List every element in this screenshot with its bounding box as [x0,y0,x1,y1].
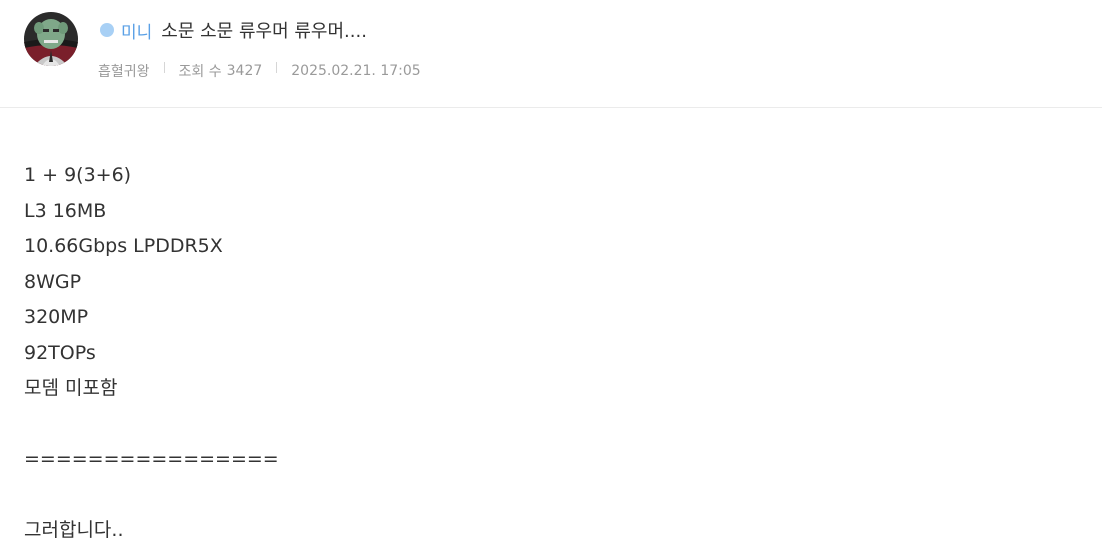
body-line: 320MP [24,306,89,328]
body-line: L3 16MB [24,199,107,222]
body-line: 모뎀 미포함 [24,377,118,399]
body-line: 그러합니다.. [24,519,124,541]
body-line: 1 + 9(3+6) [24,164,132,186]
author-avatar[interactable] [24,12,78,66]
category-link[interactable]: 미니 [121,18,152,43]
views-label: 조회 수 [178,64,222,80]
category-dot-icon [100,23,114,37]
meta-divider [276,61,278,73]
views-count: 3427 [226,63,263,79]
author-name[interactable]: 흡혈귀왕 [98,61,150,81]
title-row: 미니 소문 소문 류우머 류우머.... [100,16,367,44]
body-line: 8WGP [24,270,82,293]
meta-divider [163,61,165,73]
post-datetime: 2025.02.21. 17:05 [291,63,421,79]
body-line: 92TOPs [24,341,96,364]
post-body: 1 + 9(3+6) L3 16MB 10.66Gbps LPDDR5X 8WG… [24,158,1074,549]
avatar-image [24,12,78,66]
post-header: 미니 소문 소문 류우머 류우머.... 흡혈귀왕 조회 수 3427 2025… [0,0,1102,108]
body-line: 10.66Gbps LPDDR5X [24,235,223,257]
body-divider-line: ================ [24,448,279,470]
post-meta: 흡혈귀왕 조회 수 3427 2025.02.21. 17:05 [98,60,421,82]
post-title: 소문 소문 류우머 류우머.... [161,21,367,42]
